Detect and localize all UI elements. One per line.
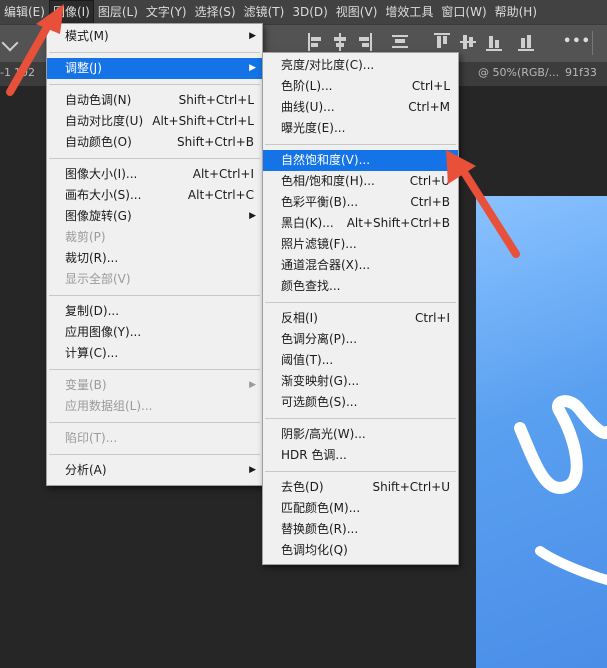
menu-item-auto-contrast[interactable]: 自动对比度(U) Alt+Shift+Ctrl+L [47,111,262,132]
menu-3d[interactable]: 3D(D) [288,0,331,24]
menu-item-color-lookup[interactable]: 颜色查找... [263,276,458,297]
align-top-edges-icon[interactable] [392,33,408,51]
menu-item-trim[interactable]: 裁切(R)... [47,248,262,269]
menu-item-auto-tone[interactable]: 自动色调(N) Shift+Ctrl+L [47,90,262,111]
menu-edit[interactable]: 编辑(E) [0,0,49,24]
menu-item-vibrance[interactable]: 自然饱和度(V)... [263,150,458,171]
menu-separator [49,295,260,296]
menu-separator [49,454,260,455]
menu-item-match-color[interactable]: 匹配颜色(M)... [263,498,458,519]
menu-item-variables: 变量(B) ▶ [47,375,262,396]
menu-item-desaturate[interactable]: 去色(D) Shift+Ctrl+U [263,477,458,498]
menu-item-apply-image[interactable]: 应用图像(Y)... [47,322,262,343]
align-top-icon[interactable] [434,33,450,51]
menu-layer[interactable]: 图层(L) [94,0,142,24]
menu-bar: 编辑(E) 图像(I) 图层(L) 文字(Y) 选择(S) 滤镜(T) 3D(D… [0,0,607,24]
menu-item-selective-color[interactable]: 可选颜色(S)... [263,392,458,413]
menu-separator [49,158,260,159]
menu-item-black-white[interactable]: 黑白(K)... Alt+Shift+Ctrl+B [263,213,458,234]
adjustments-submenu: 亮度/对比度(C)... 色阶(L)... Ctrl+L 曲线(U)... Ctrl… [262,52,459,565]
align-bottom-icon[interactable] [518,33,534,51]
menu-item-trap: 陷印(T)... [65,431,118,445]
menu-separator [265,144,456,145]
menu-item-reveal-all: 显示全部(V) [65,272,131,286]
doc-tab-1[interactable]: -1 [0,66,11,79]
menu-item-shadows-highlights[interactable]: 阴影/高光(W)... [263,424,458,445]
menu-filter[interactable]: 滤镜(T) [240,0,289,24]
menu-item-auto-color[interactable]: 自动颜色(O) Shift+Ctrl+B [47,132,262,153]
menu-separator [49,369,260,370]
submenu-arrow-icon: ▶ [249,380,256,390]
menu-separator [265,302,456,303]
doc-tab-2[interactable]: 102 [14,66,35,79]
menu-item-duplicate[interactable]: 复制(D)... [47,301,262,322]
menu-item-exposure[interactable]: 曝光度(E)... [263,118,458,139]
menu-item-calculations[interactable]: 计算(C)... [47,343,262,364]
more-options-icon[interactable]: ••• [563,34,591,49]
document-canvas[interactable] [476,196,607,668]
image-menu: 模式(M) ▶ 调整(J) ▶ 自动色调(N) Shift+Ctrl+L 自动对比… [46,23,263,486]
menu-separator [265,471,456,472]
menu-item-image-rotation[interactable]: 图像旋转(G) ▶ [47,206,262,227]
menu-item-color-balance[interactable]: 色彩平衡(B)... Ctrl+B [263,192,458,213]
submenu-arrow-icon: ▶ [249,211,256,221]
menu-item-analysis[interactable]: 分析(A) ▶ [47,460,262,481]
submenu-arrow-icon: ▶ [249,63,256,73]
menu-separator [49,84,260,85]
menu-separator [265,418,456,419]
align-vertical-centers-icon[interactable] [460,33,476,51]
menu-item-apply-dataset: 应用数据组(L)... [65,399,153,413]
menu-window[interactable]: 窗口(W) [437,0,490,24]
menu-separator [49,52,260,53]
menu-type[interactable]: 文字(Y) [142,0,191,24]
menu-select[interactable]: 选择(S) [191,0,240,24]
submenu-arrow-icon: ▶ [249,465,256,475]
align-right-edges-icon[interactable] [356,33,372,51]
menu-item-equalize[interactable]: 色调均化(Q) [263,540,458,561]
menu-item-brightness-contrast[interactable]: 亮度/对比度(C)... [263,55,458,76]
menu-item-image-size[interactable]: 图像大小(I)... Alt+Ctrl+I [47,164,262,185]
align-left-edges-icon[interactable] [308,33,324,51]
menu-item-adjustments[interactable]: 调整(J) ▶ [47,58,262,79]
submenu-arrow-icon: ▶ [249,31,256,41]
doc-tab-4[interactable]: 91f33 [565,66,597,79]
menu-item-channel-mixer[interactable]: 通道混合器(X)... [263,255,458,276]
menu-item-canvas-size[interactable]: 画布大小(S)... Alt+Ctrl+C [47,185,262,206]
tool-preset-icon[interactable] [1,34,19,52]
canvas-artwork [514,395,607,585]
options-divider [592,31,593,55]
menu-item-invert[interactable]: 反相(I) Ctrl+I [263,308,458,329]
align-bottom-edges-icon[interactable] [486,33,502,51]
menu-item-replace-color[interactable]: 替换颜色(R)... [263,519,458,540]
menu-help[interactable]: 帮助(H) [491,0,541,24]
menu-item-mode[interactable]: 模式(M) ▶ [47,26,262,47]
menu-plugins[interactable]: 增效工具 [381,0,437,24]
menu-item-hdr-toning[interactable]: HDR 色调... [263,445,458,466]
menu-item-hue-saturation[interactable]: 色相/饱和度(H)... Ctrl+U [263,171,458,192]
doc-tab-3[interactable]: @ 50%(RGB/... [478,66,559,79]
menu-item-photo-filter[interactable]: 照片滤镜(F)... [263,234,458,255]
menu-item-label: 模式(M) [65,29,109,43]
menu-image[interactable]: 图像(I) [48,0,94,24]
menu-item-gradient-map[interactable]: 渐变映射(G)... [263,371,458,392]
menu-view[interactable]: 视图(V) [332,0,382,24]
menu-separator [49,422,260,423]
menu-item-crop: 裁剪(P) [65,230,106,244]
menu-item-posterize[interactable]: 色调分离(P)... [263,329,458,350]
menu-item-curves[interactable]: 曲线(U)... Ctrl+M [263,97,458,118]
menu-item-label: 调整(J) [65,61,102,75]
menu-item-levels[interactable]: 色阶(L)... Ctrl+L [263,76,458,97]
align-horizontal-centers-icon[interactable] [332,33,348,51]
menu-item-threshold[interactable]: 阈值(T)... [263,350,458,371]
